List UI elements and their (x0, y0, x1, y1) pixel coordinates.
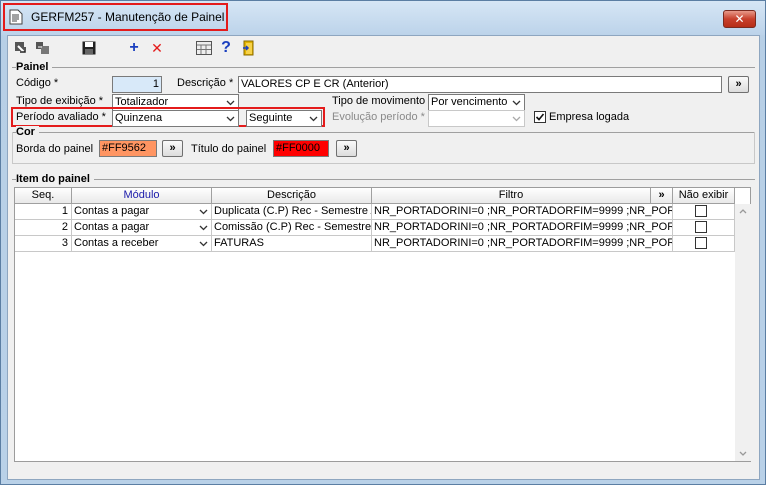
titulo-color-field[interactable]: #FF0000 (273, 140, 329, 157)
descricao-label: Descrição * (177, 77, 234, 89)
chevron-down-icon (510, 112, 522, 125)
delete-icon[interactable]: ✕ (148, 39, 166, 57)
table-row-modulo[interactable]: Contas a receber (72, 236, 212, 252)
table-row-nao-exibir[interactable] (673, 236, 735, 252)
checkmark-icon (535, 113, 545, 121)
descricao-field[interactable]: VALORES CP E CR (Anterior) (238, 76, 722, 93)
scroll-up-icon[interactable] (739, 208, 747, 214)
table-row-filtro[interactable]: NR_PORTADORINI=0 ;NR_PORTADORFIM=9999 ;N… (372, 236, 673, 252)
nao-exibir-checkbox[interactable] (695, 237, 707, 249)
exit-door-icon[interactable] (240, 39, 258, 57)
col-header-more-button[interactable]: » (651, 188, 673, 204)
calculator-icon[interactable] (195, 39, 213, 57)
table-row-seq[interactable]: 3 (15, 236, 72, 252)
table-row-seq[interactable]: 2 (15, 220, 72, 236)
periodo-value: Quinzena (115, 112, 163, 124)
codigo-label: Código * (16, 77, 59, 89)
borda-color-button[interactable]: » (162, 140, 183, 157)
borda-label: Borda do painel (16, 143, 94, 155)
table-row-filtro[interactable]: NR_PORTADORINI=0 ;NR_PORTADORFIM=9999 ;N… (372, 204, 673, 220)
title-bar: GERFM257 - Manutenção de Painel ✕ (1, 1, 765, 35)
titulo-label: Título do painel (191, 143, 267, 155)
evolucao-label: Evolução período * (332, 111, 425, 123)
col-header-seq[interactable]: Seq. (15, 188, 72, 204)
client-area: + ✕ ? Painel Código * 1 Descrição * VALO… (7, 35, 760, 480)
toolbar: + ✕ ? (8, 36, 759, 60)
itens-grid: Seq. Módulo Descrição Filtro » Não exibi… (14, 187, 751, 462)
add-icon[interactable]: + (125, 39, 143, 57)
modulo-value: Contas a pagar (74, 205, 150, 217)
itens-group-line (12, 179, 755, 180)
painel-group-label: Painel (16, 61, 53, 73)
borda-color-field[interactable]: #FF9562 (99, 140, 157, 157)
tipo-exibicao-label: Tipo de exibição * (16, 95, 104, 107)
empresa-logada-checkbox[interactable] (534, 111, 546, 123)
window-title: GERFM257 - Manutenção de Painel (31, 10, 225, 24)
chevron-down-icon (510, 96, 522, 109)
periodo-label: Período avaliado * (16, 111, 106, 123)
chevron-down-icon (199, 241, 208, 247)
title-highlight: GERFM257 - Manutenção de Painel (3, 3, 228, 31)
codigo-field[interactable]: 1 (112, 76, 162, 93)
chevron-down-icon (224, 112, 236, 125)
vertical-scrollbar[interactable] (735, 204, 751, 461)
descricao-lookup-button[interactable]: » (728, 76, 749, 93)
tipo-movimento-value: Por vencimento (431, 96, 508, 108)
help-icon[interactable]: ? (217, 39, 235, 57)
first-record-icon[interactable] (12, 39, 30, 57)
document-icon (9, 9, 23, 25)
table-row-nao-exibir[interactable] (673, 220, 735, 236)
col-header-modulo[interactable]: Módulo (72, 188, 212, 204)
painel-group-line (12, 67, 755, 68)
itens-group-label: Item do painel (16, 173, 94, 185)
save-icon[interactable] (80, 39, 98, 57)
periodo-seguinte-select[interactable]: Seguinte (246, 110, 322, 127)
copy-record-icon[interactable] (34, 39, 52, 57)
table-row-nao-exibir[interactable] (673, 204, 735, 220)
close-button[interactable]: ✕ (723, 10, 756, 28)
modulo-value: Contas a receber (74, 237, 159, 249)
window: GERFM257 - Manutenção de Painel ✕ + ✕ ? (0, 0, 766, 485)
chevron-down-icon (199, 225, 208, 231)
table-row-modulo[interactable]: Contas a pagar (72, 220, 212, 236)
chevron-down-icon (199, 209, 208, 215)
evolucao-select[interactable] (428, 110, 525, 127)
table-row-descricao[interactable]: FATURAS (212, 236, 372, 252)
chevron-down-icon (307, 112, 319, 125)
empresa-logada-label: Empresa logada (549, 111, 630, 123)
tipo-movimento-label: Tipo de movimento (332, 95, 426, 107)
col-header-filtro[interactable]: Filtro (372, 188, 651, 204)
scroll-down-icon[interactable] (739, 451, 747, 457)
table-row-descricao[interactable]: Comissão (C.P) Rec - Semestre A (212, 220, 372, 236)
table-row-descricao[interactable]: Duplicata (C.P) Rec - Semestre A (212, 204, 372, 220)
table-row-filtro[interactable]: NR_PORTADORINI=0 ;NR_PORTADORFIM=9999 ;N… (372, 220, 673, 236)
col-header-nao-exibir[interactable]: Não exibir (673, 188, 735, 204)
nao-exibir-checkbox[interactable] (695, 205, 707, 217)
col-header-descricao[interactable]: Descrição (212, 188, 372, 204)
titulo-color-button[interactable]: » (336, 140, 357, 157)
periodo-seguinte-value: Seguinte (249, 112, 293, 124)
table-row-seq[interactable]: 1 (15, 204, 72, 220)
nao-exibir-checkbox[interactable] (695, 221, 707, 233)
table-row-modulo[interactable]: Contas a pagar (72, 204, 212, 220)
modulo-value: Contas a pagar (74, 221, 150, 233)
tipo-movimento-select[interactable]: Por vencimento (428, 94, 525, 111)
periodo-select[interactable]: Quinzena (112, 110, 239, 127)
